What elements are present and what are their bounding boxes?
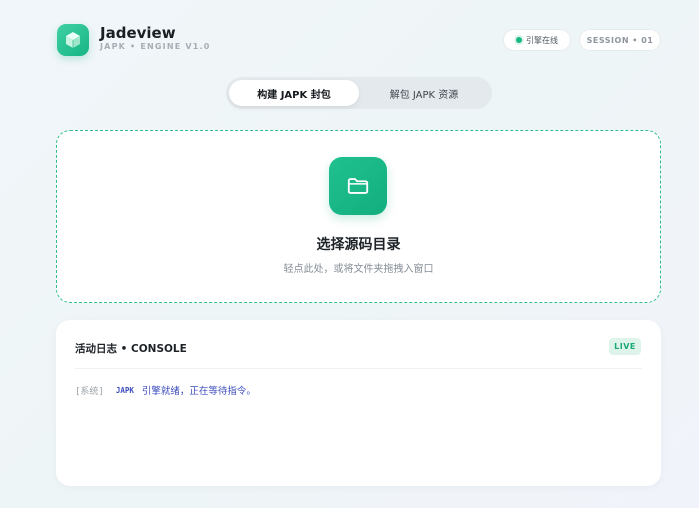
tab-build[interactable]: 构建 JAPK 封包 bbox=[229, 80, 359, 106]
cube-icon bbox=[66, 32, 80, 48]
session-badge: SESSION • 01 bbox=[579, 29, 661, 51]
engine-status-label: 引擎在线 bbox=[526, 35, 558, 45]
live-badge: LIVE bbox=[609, 338, 641, 355]
console-divider bbox=[75, 368, 642, 369]
folder-icon bbox=[347, 178, 369, 194]
tab-unpack[interactable]: 解包 JAPK 资源 bbox=[359, 80, 489, 106]
log-tag: [系统] bbox=[75, 386, 104, 397]
log-message: 引擎就绪，正在等待指令。 bbox=[141, 386, 256, 397]
engine-status-badge: 引擎在线 bbox=[503, 29, 571, 51]
app-name: Jadeview bbox=[100, 24, 176, 42]
app-subtitle: JAPK • ENGINE V1.0 bbox=[100, 42, 211, 51]
session-label: SESSION • 01 bbox=[586, 35, 654, 45]
mode-tabs: 构建 JAPK 封包 解包 JAPK 资源 bbox=[226, 77, 492, 109]
status-dot-icon bbox=[516, 37, 522, 43]
folder-tile bbox=[329, 157, 387, 215]
log-line: [系统] JAPK 引擎就绪，正在等待指令。 bbox=[75, 383, 256, 398]
dropzone-hint: 轻点此处，或将文件夹拖拽入窗口 bbox=[283, 264, 434, 275]
app-logo bbox=[57, 24, 89, 56]
dropzone-title: 选择源码目录 bbox=[316, 237, 401, 253]
source-dir-dropzone[interactable]: 选择源码目录 轻点此处，或将文件夹拖拽入窗口 bbox=[56, 130, 661, 303]
console-title: 活动日志 • CONSOLE bbox=[75, 343, 187, 355]
activity-console: 活动日志 • CONSOLE LIVE [系统] JAPK 引擎就绪，正在等待指… bbox=[56, 320, 661, 486]
log-source: JAPK bbox=[115, 385, 134, 395]
